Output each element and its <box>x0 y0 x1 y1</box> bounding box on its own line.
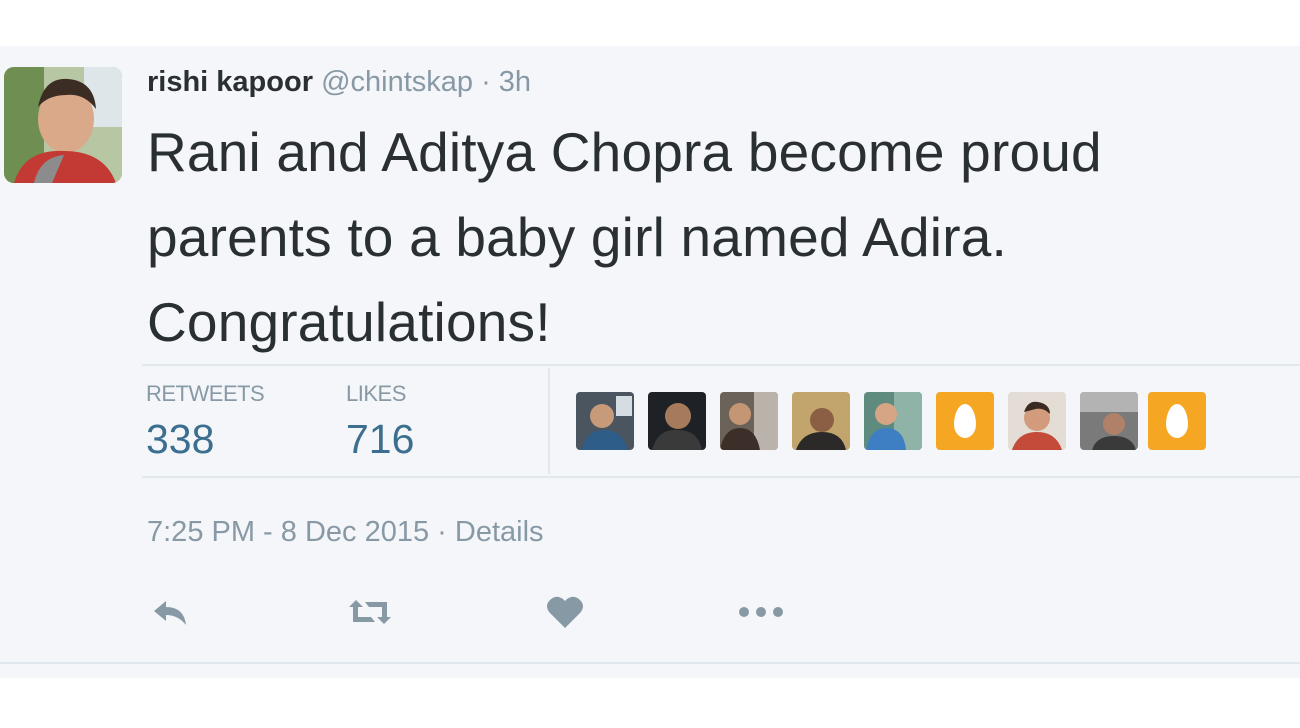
egg-icon <box>954 404 976 438</box>
tweet-text-line: Rani and Aditya Chopra become proud <box>147 121 1102 183</box>
author-avatar-image <box>4 67 122 183</box>
liker-avatar[interactable] <box>864 392 922 450</box>
heart-icon <box>547 596 583 628</box>
tweet-meta: 7:25 PM - 8 Dec 2015 · Details <box>147 510 544 554</box>
meta-separator: · <box>429 516 455 548</box>
retweets-stat[interactable]: RETWEETS 338 <box>146 380 265 464</box>
likes-count: 716 <box>346 416 415 462</box>
likes-label: LIKES <box>346 381 406 406</box>
liker-avatar-default[interactable] <box>1148 392 1206 450</box>
tweet-header: rishi kapoor @chintskap · 3h <box>147 62 531 102</box>
retweets-label: RETWEETS <box>146 381 265 406</box>
liker-avatar[interactable] <box>720 392 778 450</box>
reply-button[interactable] <box>145 590 195 634</box>
tweet-timestamp[interactable]: 7:25 PM - 8 Dec 2015 <box>147 516 429 548</box>
egg-icon <box>1166 404 1188 438</box>
details-link[interactable]: Details <box>455 516 544 548</box>
tweet-text-line: Congratulations! <box>147 291 551 353</box>
liker-avatar[interactable] <box>576 392 634 450</box>
author-handle[interactable]: @chintskap <box>321 66 473 98</box>
reply-icon <box>154 601 186 625</box>
liker-avatar[interactable] <box>648 392 706 450</box>
header-separator: · <box>473 66 499 98</box>
divider-top <box>142 364 1300 366</box>
retweets-count: 338 <box>146 416 215 462</box>
liker-avatar[interactable] <box>1008 392 1066 450</box>
more-button[interactable] <box>736 590 786 634</box>
stats-divider <box>548 368 550 474</box>
author-name[interactable]: rishi kapoor <box>147 66 313 98</box>
author-avatar[interactable] <box>4 67 122 183</box>
tweet-text: Rani and Aditya Chopra become proud pare… <box>147 110 1287 365</box>
liker-avatar-default[interactable] <box>936 392 994 450</box>
likes-stat[interactable]: LIKES 716 <box>346 380 414 464</box>
tweet-text-line: parents to a baby girl named Adira. <box>147 206 1008 268</box>
more-icon <box>739 607 783 617</box>
retweet-icon <box>349 600 391 624</box>
liker-avatar[interactable] <box>792 392 850 450</box>
liker-avatar[interactable] <box>1080 392 1138 450</box>
retweet-button[interactable] <box>345 590 395 634</box>
relative-time[interactable]: 3h <box>499 66 531 98</box>
divider-bottom <box>0 662 1300 664</box>
divider-middle <box>142 476 1300 478</box>
like-button[interactable] <box>540 590 590 634</box>
